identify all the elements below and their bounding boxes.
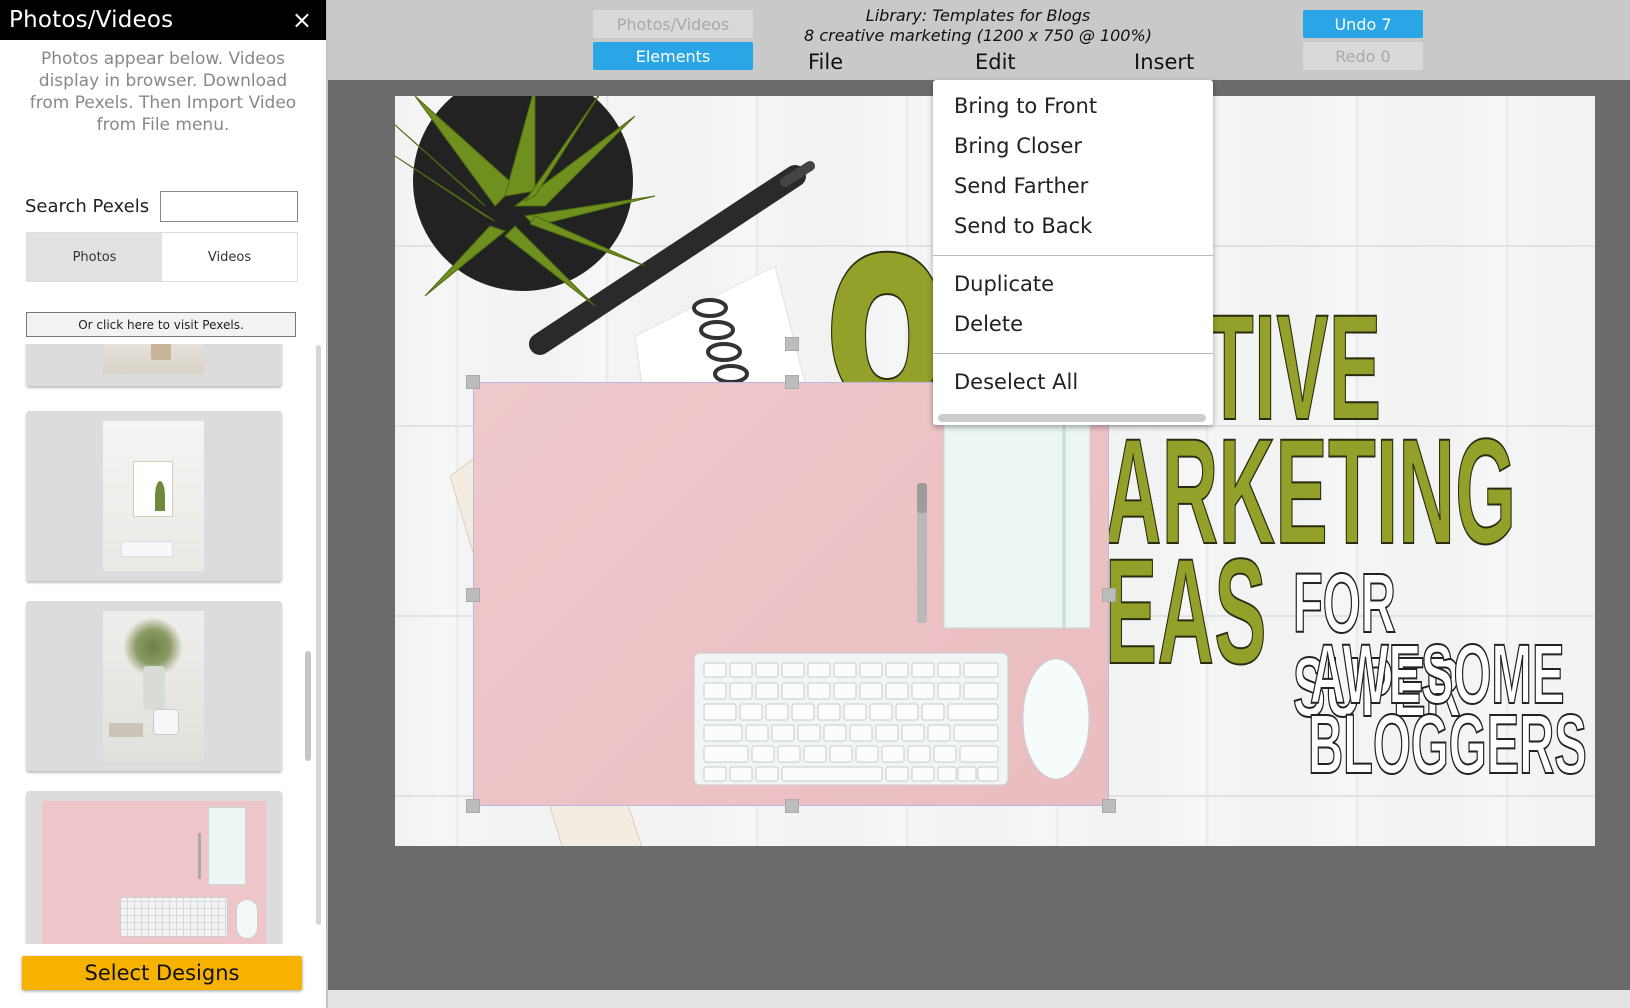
search-label: Search Pexels <box>25 196 150 217</box>
menu-item-bring-closer[interactable]: Bring Closer <box>954 134 1082 158</box>
media-type-tabs: Photos Videos <box>26 232 298 282</box>
photo-thumbnail-list[interactable] <box>0 344 310 944</box>
thumbnail-image <box>103 344 204 374</box>
photo-thumbnail[interactable] <box>26 791 282 944</box>
panel-info-text: Photos appear below. Videos display in b… <box>29 49 297 135</box>
photo-thumbnail[interactable] <box>26 344 282 386</box>
resize-handle-right[interactable] <box>1102 588 1116 602</box>
search-pexels-input[interactable] <box>160 191 298 222</box>
document-name: 8 creative marketing (1200 x 750 @ 100%) <box>804 26 1152 45</box>
select-designs-button[interactable]: Select Designs <box>22 956 302 990</box>
undo-button[interactable]: Undo 7 <box>1303 10 1423 38</box>
edit-dropdown-menu: Bring to Front Bring Closer Send Farther… <box>933 80 1213 425</box>
redo-button[interactable]: Redo 0 <box>1303 42 1423 70</box>
panel-header: Photos/Videos × <box>0 0 326 40</box>
menu-divider <box>933 255 1213 256</box>
desk-image-art <box>693 422 1091 786</box>
photo-thumbnail[interactable] <box>26 411 282 581</box>
tab-videos[interactable]: Videos <box>162 233 297 281</box>
resize-handle-bottom-right[interactable] <box>1102 799 1116 813</box>
photo-thumbnail[interactable] <box>26 601 282 771</box>
menu-item-delete[interactable]: Delete <box>954 312 1023 336</box>
close-icon[interactable]: × <box>292 8 312 32</box>
photos-videos-panel: Photos/Videos × Photos appear below. Vid… <box>0 0 327 1008</box>
search-row: Search Pexels <box>25 191 298 222</box>
menu-item-send-farther[interactable]: Send Farther <box>954 174 1088 198</box>
sidebar-scrollbar-thumb[interactable] <box>305 651 311 761</box>
sidebar-scrollbar[interactable] <box>316 345 321 925</box>
bottom-strip <box>328 990 1630 1008</box>
resize-handle-bottom-left[interactable] <box>466 799 480 813</box>
panel-title: Photos/Videos <box>9 7 174 33</box>
tab-photos[interactable]: Photos <box>27 233 162 281</box>
menu-item-deselect-all[interactable]: Deselect All <box>954 370 1078 394</box>
menu-item-duplicate[interactable]: Duplicate <box>954 272 1054 296</box>
menu-item-send-to-back[interactable]: Send to Back <box>954 214 1092 238</box>
resize-handle-left[interactable] <box>466 588 480 602</box>
visit-pexels-button[interactable]: Or click here to visit Pexels. <box>26 312 296 337</box>
menu-item-bring-to-front[interactable]: Bring to Front <box>954 94 1097 118</box>
thumbnail-image <box>42 801 266 944</box>
top-toolbar: Photos/Videos Elements Library: Template… <box>328 0 1630 80</box>
selected-image-element[interactable] <box>466 337 1116 813</box>
headline-line-3[interactable]: EAS <box>1104 535 1266 687</box>
subheadline-line-3[interactable]: BLOGGERS <box>1307 701 1587 787</box>
photos-videos-button[interactable]: Photos/Videos <box>593 10 753 38</box>
menu-file[interactable]: File <box>808 50 843 74</box>
elements-button[interactable]: Elements <box>593 42 753 70</box>
resize-handle-top-left[interactable] <box>466 375 480 389</box>
menu-edit[interactable]: Edit <box>975 50 1016 74</box>
menu-scrollbar[interactable] <box>938 414 1206 422</box>
thumbnail-image <box>103 421 204 571</box>
rotate-handle[interactable] <box>785 337 799 351</box>
document-title: Library: Templates for Blogs 8 creative … <box>798 6 1158 46</box>
app-window: Photos/Videos × Photos appear below. Vid… <box>0 0 1630 1008</box>
resize-handle-top[interactable] <box>785 375 799 389</box>
menu-divider <box>933 353 1213 354</box>
library-title: Library: Templates for Blogs <box>865 6 1091 25</box>
thumbnail-image <box>103 611 204 761</box>
menu-insert[interactable]: Insert <box>1134 50 1194 74</box>
resize-handle-bottom[interactable] <box>785 799 799 813</box>
